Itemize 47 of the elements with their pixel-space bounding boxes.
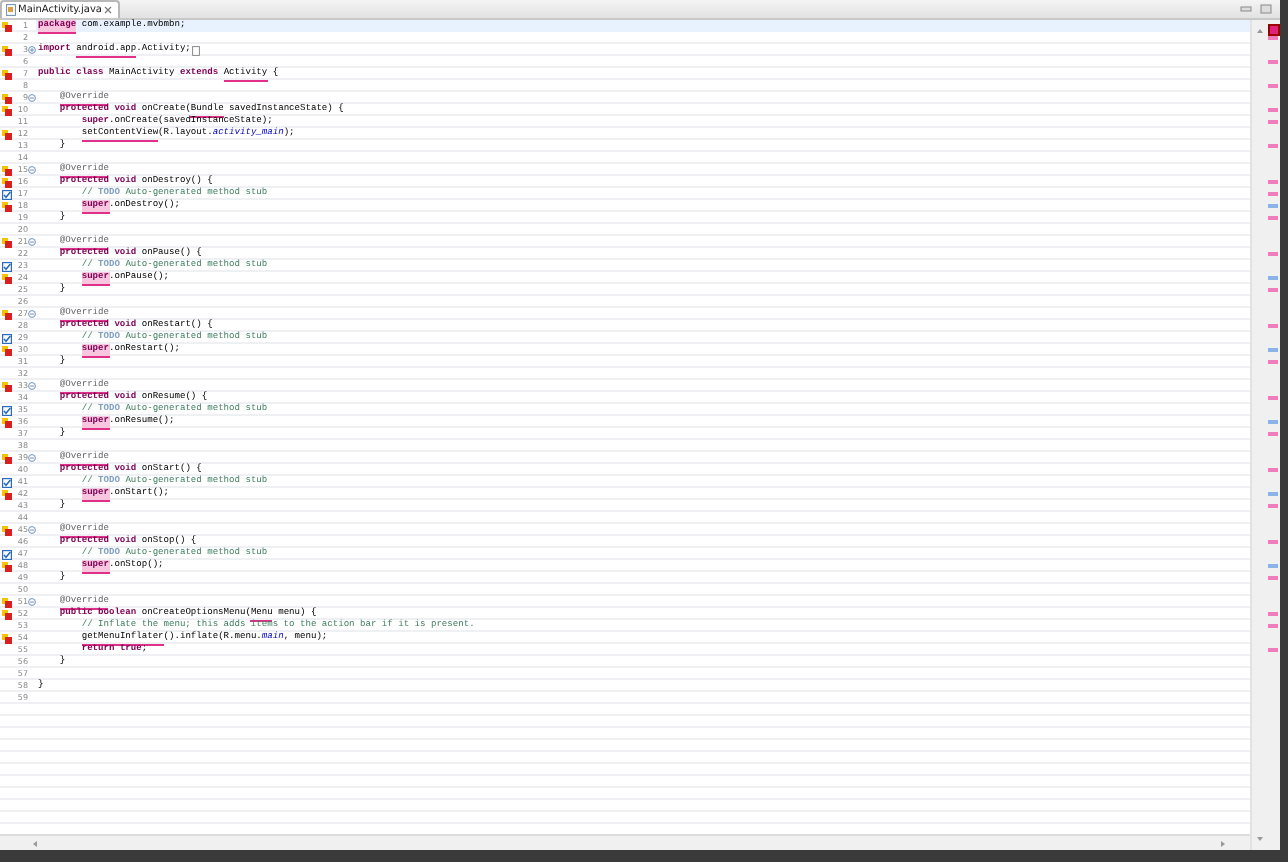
error-icon: [1, 237, 11, 247]
collapse-icon[interactable]: [28, 166, 36, 174]
collapse-icon[interactable]: [28, 598, 36, 606]
down-arrow-icon[interactable]: [1255, 836, 1263, 842]
right-arrow-icon[interactable]: [1220, 839, 1226, 847]
vertical-scrollbar[interactable]: [1250, 20, 1266, 850]
ruler-mark[interactable]: [1268, 252, 1278, 256]
ruler-mark[interactable]: [1268, 468, 1278, 472]
folded-code-icon[interactable]: [192, 45, 201, 55]
error-icon: [1, 129, 11, 139]
error-icon: [1, 525, 11, 535]
ruler-mark[interactable]: [1268, 60, 1278, 64]
error-icon: [1, 273, 11, 283]
error-icon: [1, 381, 11, 391]
horizontal-scrollbar[interactable]: [0, 834, 1250, 850]
java-file-icon: [6, 4, 16, 16]
error-icon: [1, 21, 11, 31]
ruler-mark[interactable]: [1268, 648, 1278, 652]
expand-icon[interactable]: [28, 46, 36, 54]
collapse-icon[interactable]: [28, 94, 36, 102]
error-indicator[interactable]: [1268, 24, 1280, 36]
error-icon: [1, 417, 11, 427]
ruler-mark[interactable]: [1268, 84, 1278, 88]
close-icon[interactable]: [104, 6, 112, 14]
collapse-icon[interactable]: [28, 238, 36, 246]
error-icon: [1, 453, 11, 463]
ruler-mark[interactable]: [1268, 144, 1278, 148]
error-icon: [1, 345, 11, 355]
error-icon: [1, 489, 11, 499]
ruler-mark[interactable]: [1268, 324, 1278, 328]
ruler-mark[interactable]: [1268, 396, 1278, 400]
error-icon: [1, 633, 11, 643]
collapse-icon[interactable]: [28, 526, 36, 534]
error-icon: [1, 309, 11, 319]
collapse-icon[interactable]: [28, 310, 36, 318]
up-arrow-icon[interactable]: [1255, 28, 1263, 34]
ruler-mark[interactable]: [1268, 540, 1278, 544]
error-icon: [1, 561, 11, 571]
error-icon: [1, 69, 11, 79]
collapse-icon[interactable]: [28, 454, 36, 462]
error-icon: [1, 201, 11, 211]
left-arrow-icon[interactable]: [32, 839, 38, 847]
ruler-mark[interactable]: [1268, 36, 1278, 40]
minimize-icon[interactable]: [1240, 4, 1252, 14]
maximize-icon[interactable]: [1260, 4, 1272, 14]
collapse-icon[interactable]: [28, 382, 36, 390]
error-icon: [1, 45, 11, 55]
